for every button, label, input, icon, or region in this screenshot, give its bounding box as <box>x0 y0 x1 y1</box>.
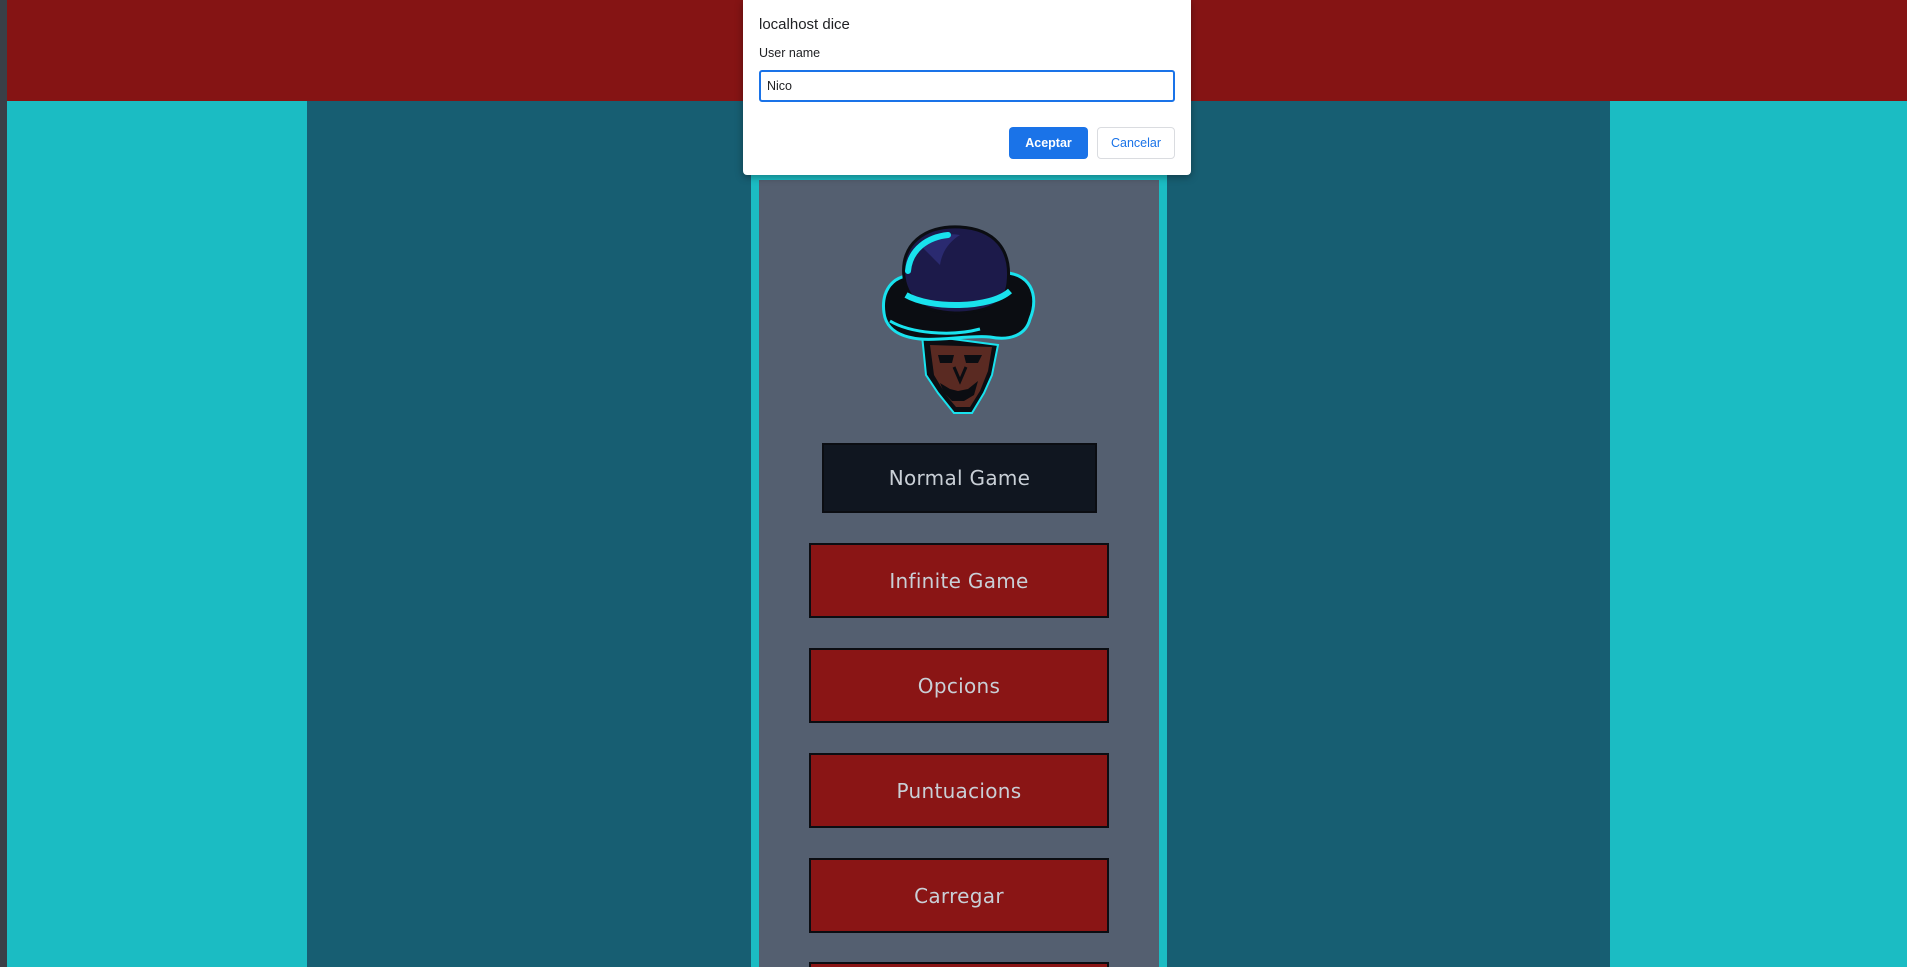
prompt-dialog: localhost dice User name Aceptar Cancela… <box>743 0 1191 175</box>
cancel-button[interactable]: Cancelar <box>1097 127 1175 159</box>
load-button[interactable]: Carregar <box>809 858 1109 933</box>
scores-button[interactable]: Puntuacions <box>809 753 1109 828</box>
left-edge-strip <box>0 0 7 967</box>
partially-visible-menu-button[interactable] <box>809 962 1109 967</box>
dialog-title: localhost dice <box>759 16 850 33</box>
options-button[interactable]: Opcions <box>809 648 1109 723</box>
normal-game-button[interactable]: Normal Game <box>822 443 1097 513</box>
accept-button[interactable]: Aceptar <box>1009 127 1088 159</box>
dialog-message: User name <box>759 46 821 60</box>
left-side-panel <box>7 101 307 967</box>
infinite-game-button[interactable]: Infinite Game <box>809 543 1109 618</box>
hat-man-logo-icon <box>882 225 1036 414</box>
user-name-input[interactable] <box>759 70 1175 102</box>
right-side-panel <box>1610 101 1907 967</box>
